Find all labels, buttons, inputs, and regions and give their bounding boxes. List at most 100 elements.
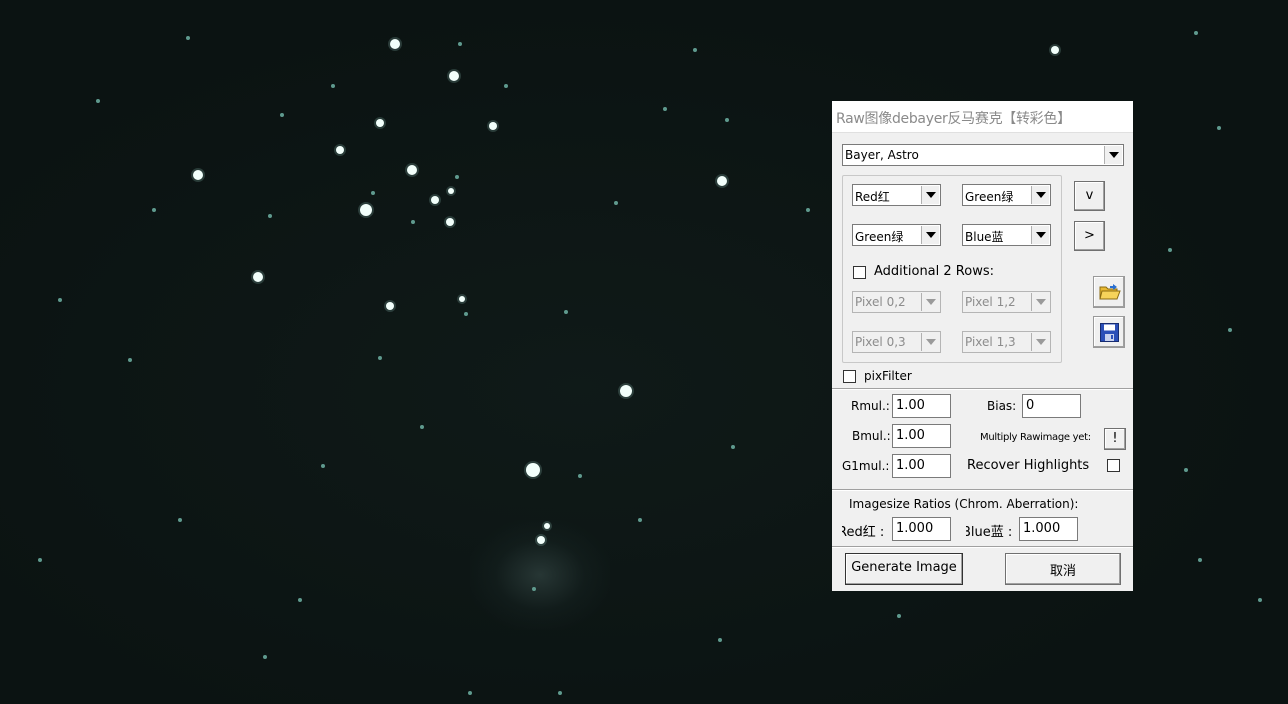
imagesize-ratios-label: Imagesize Ratios (Chrom. Aberration):: [849, 497, 1079, 511]
star: [1051, 46, 1059, 54]
pixel-0-3-select[interactable]: Pixel 0,3: [852, 331, 941, 353]
star: [1184, 468, 1188, 472]
star: [504, 84, 508, 88]
star: [718, 638, 722, 642]
star: [280, 113, 284, 117]
recover-highlights-checkbox[interactable]: [1107, 459, 1120, 472]
star: [152, 208, 156, 212]
g1mul-label: G1mul.:: [842, 459, 890, 473]
pixfilter-checkbox[interactable]: [843, 370, 856, 383]
shift-pattern-down-button[interactable]: v: [1074, 181, 1105, 211]
multiply-rawimage-label: Multiply Rawimage yet:: [980, 432, 1091, 443]
blue-ratio-input[interactable]: 1.000: [1019, 517, 1078, 541]
floppy-disk-icon: [1100, 323, 1119, 342]
cancel-button[interactable]: 取消: [1005, 553, 1121, 585]
star: [1198, 558, 1202, 562]
star: [321, 464, 325, 468]
bmul-input[interactable]: 1.00: [892, 424, 951, 448]
dialog-titlebar[interactable]: Raw图像debayer反马赛克【转彩色】: [832, 101, 1133, 133]
red-ratio-label-clip: Red红 :: [842, 520, 890, 540]
star: [298, 598, 302, 602]
rmul-input[interactable]: 1.00: [892, 394, 951, 418]
star: [448, 188, 454, 194]
chevron-down-icon[interactable]: [921, 333, 939, 351]
red-ratio-label: Red红 :: [842, 525, 885, 540]
generate-image-button[interactable]: Generate Image: [845, 553, 963, 585]
star: [526, 463, 540, 477]
section-divider: [832, 546, 1133, 548]
pixel-1-3-select[interactable]: Pixel 1,3: [962, 331, 1051, 353]
star: [268, 214, 272, 218]
star: [390, 39, 400, 49]
additional-rows-checkbox[interactable]: [853, 266, 866, 279]
star: [717, 176, 727, 186]
star: [464, 312, 468, 316]
bayer-cell-1-0-value: Green绿: [965, 190, 1014, 204]
star: [897, 614, 901, 618]
bayer-cell-0-0[interactable]: Red红: [852, 184, 941, 206]
star: [1217, 126, 1221, 130]
bayer-cell-0-0-value: Red红: [855, 190, 890, 204]
pixel-1-2-select[interactable]: Pixel 1,2: [962, 291, 1051, 313]
chevron-down-icon[interactable]: [921, 186, 939, 204]
star: [537, 536, 545, 544]
multiply-button-label: !: [1112, 431, 1118, 446]
bias-input[interactable]: 0: [1022, 394, 1081, 418]
star: [468, 691, 472, 695]
folder-open-icon: [1099, 284, 1121, 300]
star: [614, 201, 618, 205]
additional-rows-label: Additional 2 Rows:: [874, 264, 994, 279]
rmul-value: 1.00: [896, 398, 925, 413]
bayer-cell-1-1[interactable]: Blue蓝: [962, 224, 1051, 246]
bayer-cell-1-1-value: Blue蓝: [965, 230, 1004, 244]
chevron-down-icon[interactable]: [921, 293, 939, 311]
chevron-down-icon[interactable]: [921, 226, 939, 244]
star: [564, 310, 568, 314]
star: [186, 36, 190, 40]
shift-right-label: >: [1084, 228, 1095, 243]
star: [386, 302, 394, 310]
star: [420, 425, 424, 429]
chevron-down-icon[interactable]: [1031, 186, 1049, 204]
star: [128, 358, 132, 362]
red-ratio-input[interactable]: 1.000: [892, 517, 951, 541]
chevron-down-icon[interactable]: [1031, 293, 1049, 311]
star: [193, 170, 203, 180]
star: [58, 298, 62, 302]
star: [638, 518, 642, 522]
chevron-down-icon[interactable]: [1104, 146, 1122, 164]
star: [446, 218, 454, 226]
chevron-down-icon[interactable]: [1031, 226, 1049, 244]
pixel-1-3-value: Pixel 1,3: [965, 335, 1016, 349]
bayer-cell-0-1-value: Green绿: [855, 230, 904, 244]
star: [378, 356, 382, 360]
star: [731, 445, 735, 449]
star: [1194, 31, 1198, 35]
bayer-cell-0-1[interactable]: Green绿: [852, 224, 941, 246]
star: [558, 691, 562, 695]
star: [725, 118, 729, 122]
recover-highlights-label: Recover Highlights: [967, 458, 1090, 473]
star: [253, 272, 263, 282]
section-divider: [832, 489, 1133, 491]
star: [407, 165, 417, 175]
generate-button-label: Generate Image: [851, 560, 957, 575]
bayer-pattern-select[interactable]: Bayer, Astro: [842, 144, 1124, 166]
star: [449, 71, 459, 81]
star: [532, 587, 536, 591]
g1mul-input[interactable]: 1.00: [892, 454, 951, 478]
star: [693, 48, 697, 52]
star: [1258, 598, 1262, 602]
pixel-0-2-select[interactable]: Pixel 0,2: [852, 291, 941, 313]
shift-pattern-right-button[interactable]: >: [1074, 221, 1105, 251]
star: [806, 208, 810, 212]
star: [411, 220, 415, 224]
pixel-1-2-value: Pixel 1,2: [965, 295, 1016, 309]
open-pattern-button[interactable]: [1093, 276, 1125, 308]
save-pattern-button[interactable]: [1093, 316, 1125, 348]
chevron-down-icon[interactable]: [1031, 333, 1049, 351]
star: [459, 296, 465, 302]
g1mul-value: 1.00: [896, 458, 925, 473]
multiply-rawimage-button[interactable]: !: [1104, 428, 1126, 450]
bayer-cell-1-0[interactable]: Green绿: [962, 184, 1051, 206]
